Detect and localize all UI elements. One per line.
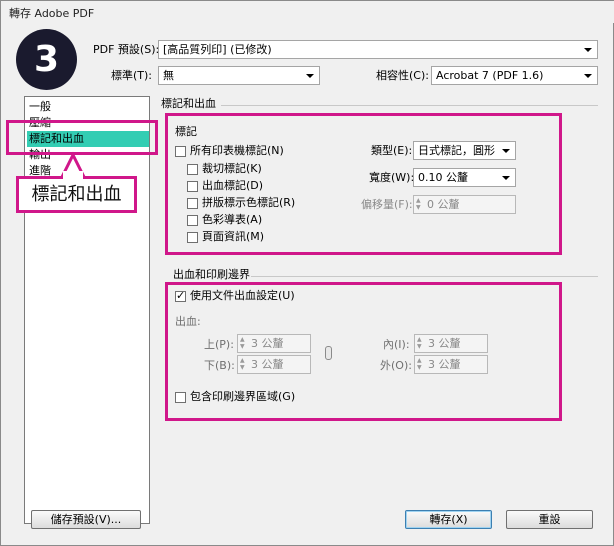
section-divider [221,105,598,106]
compat-select[interactable]: Acrobat 7 (PDF 1.6) [431,66,598,85]
sidebar-highlight-frame [6,120,158,155]
preset-select[interactable]: [高品質列印] (已修改) [158,40,598,59]
callout-label: 標記和出血 [16,176,137,213]
title-bar: 轉存 Adobe PDF [1,1,614,23]
preset-label: PDF 預設(S): [93,43,160,56]
chevron-down-icon [584,74,592,78]
export-button[interactable]: 轉存(X) [405,510,492,529]
compat-value: Acrobat 7 (PDF 1.6) [436,69,544,82]
standard-label: 標準(T): [111,69,153,82]
chevron-down-icon [306,74,314,78]
sidebar-item-general[interactable]: 一般 [27,99,149,115]
compat-label: 相容性(C): [376,69,429,82]
standard-select[interactable]: 無 [158,66,320,85]
preset-value: [高品質列印] (已修改) [163,43,272,56]
section-heading: 標記和出血 [161,97,216,110]
export-dialog: 轉存 Adobe PDF PDF 預設(S): [高品質列印] (已修改) 標準… [0,0,614,546]
bleed-slug-heading: 出血和印刷邊界 [173,268,250,281]
callout-pointer-join [63,171,83,179]
reset-button[interactable]: 重設 [506,510,593,529]
chevron-down-icon [584,48,592,52]
standard-value: 無 [163,69,174,82]
window-title: 轉存 Adobe PDF [9,7,95,20]
step-badge: 3 [16,29,77,90]
bleed-highlight-frame [165,282,562,421]
save-preset-button[interactable]: 儲存預設(V)... [31,510,141,529]
marks-highlight-frame [165,113,562,255]
bleed-slug-divider [251,276,598,277]
